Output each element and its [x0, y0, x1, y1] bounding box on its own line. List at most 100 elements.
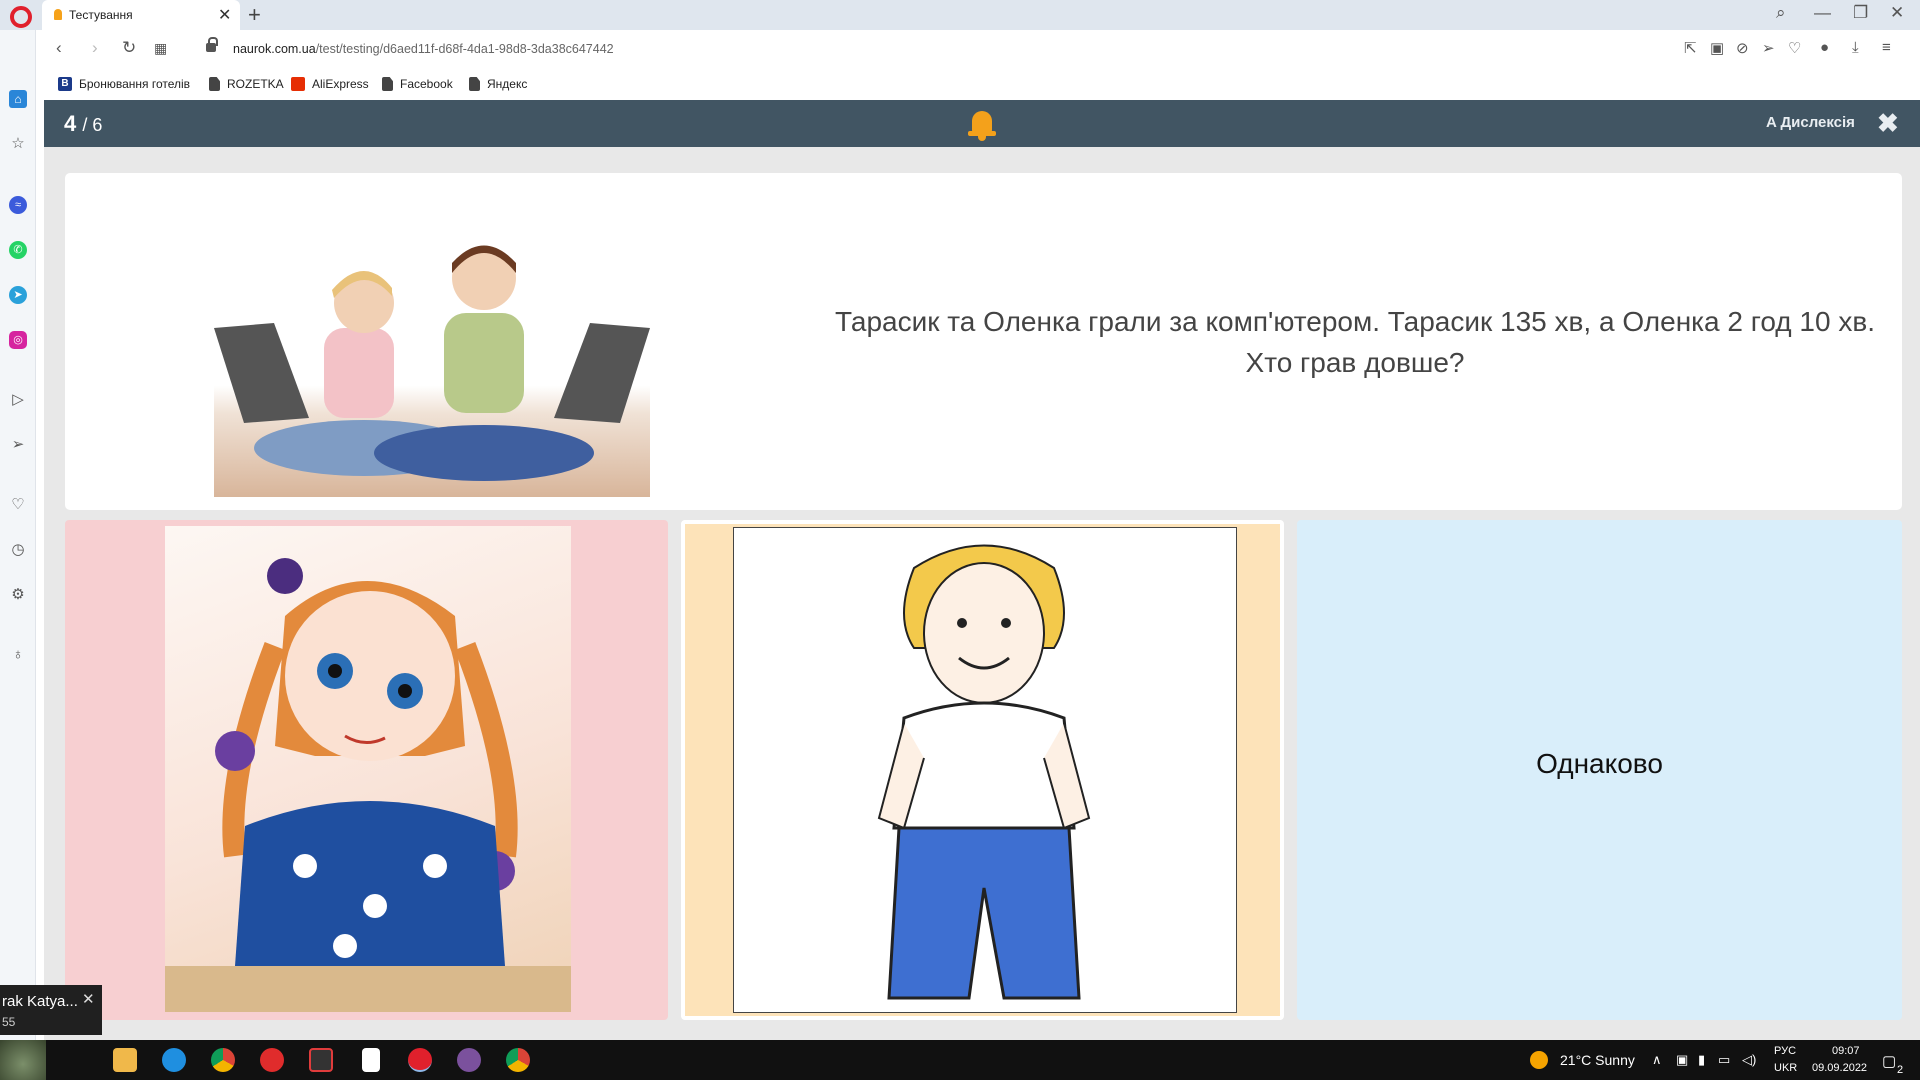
- notification-center-icon[interactable]: ▢: [1882, 1052, 1896, 1070]
- whatsapp-icon[interactable]: ✆: [9, 241, 27, 259]
- messenger-icon[interactable]: ≈: [9, 196, 27, 214]
- clock-date[interactable]: 09.09.2022: [1812, 1062, 1867, 1074]
- back-icon[interactable]: ‹: [56, 38, 62, 58]
- notification-count: 2: [1897, 1064, 1904, 1076]
- meet-icon[interactable]: ▣: [1676, 1052, 1688, 1068]
- edge-icon[interactable]: [162, 1048, 186, 1072]
- bookmarks-bar: B Бронювання готелів ROZETKA AliExpress …: [44, 68, 1920, 100]
- bookmark-label: Facebook: [400, 77, 453, 91]
- chrome-icon[interactable]: [211, 1048, 235, 1072]
- new-tab-icon[interactable]: +: [248, 2, 261, 28]
- dyslexia-toggle[interactable]: A Дислексія: [1766, 114, 1855, 131]
- opera-menu-icon[interactable]: [10, 6, 32, 28]
- history-icon[interactable]: ◷: [9, 541, 27, 559]
- minimize-icon[interactable]: —: [1814, 3, 1831, 23]
- camera-app-icon[interactable]: [309, 1048, 333, 1072]
- answer-option-boy[interactable]: [681, 520, 1284, 1020]
- bookmark-label: ROZETKA: [227, 77, 284, 91]
- bookmark-label: AliExpress: [312, 77, 369, 91]
- opera-taskbar-icon[interactable]: [408, 1048, 432, 1072]
- url-domain: naurok.com.ua: [233, 42, 316, 56]
- tray-chevron-icon[interactable]: ∧: [1652, 1052, 1662, 1068]
- children-laptops-image: [214, 218, 650, 497]
- adblock-icon[interactable]: ⊘: [1736, 39, 1749, 57]
- question-text: Тарасик та Оленка грали за комп'ютером. …: [835, 306, 1875, 378]
- question-counter: 4 / 6: [64, 111, 102, 137]
- volume-icon[interactable]: ◁): [1742, 1052, 1756, 1068]
- bell-icon: [968, 107, 996, 141]
- answer-option-equal[interactable]: Однаково: [1297, 520, 1902, 1020]
- answer-option-girl[interactable]: [65, 520, 668, 1020]
- bookmark-label: Яндекс: [487, 77, 528, 91]
- user-avatar[interactable]: [0, 1040, 46, 1080]
- restore-icon[interactable]: ❐: [1853, 3, 1868, 23]
- girl-illustration-icon: [165, 526, 571, 1012]
- bookmark-aliexpress[interactable]: AliExpress: [291, 75, 369, 93]
- booking-icon: B: [58, 77, 72, 91]
- favorites-heart-icon[interactable]: ♡: [9, 496, 27, 514]
- weather-text[interactable]: 21°C Sunny: [1560, 1052, 1635, 1068]
- document-icon[interactable]: [362, 1048, 380, 1072]
- current-question: 4: [64, 111, 77, 136]
- profile-icon[interactable]: ●: [1820, 39, 1829, 56]
- close-test-icon[interactable]: ✖: [1877, 108, 1899, 139]
- clock-time[interactable]: 09:07: [1832, 1045, 1860, 1057]
- tabs-grid-icon[interactable]: ▦: [154, 40, 167, 57]
- home-icon[interactable]: ⌂: [9, 90, 27, 108]
- folder-icon: [209, 77, 220, 91]
- folder-icon: [469, 77, 480, 91]
- settings-icon[interactable]: ⚙: [9, 586, 27, 604]
- test-header: 4 / 6 A Дислексія ✖: [44, 100, 1920, 147]
- browser-tab[interactable]: Тестування ✕: [42, 0, 240, 30]
- boy-illustration-icon: [733, 527, 1237, 1013]
- player-icon[interactable]: ▷: [9, 391, 27, 409]
- bookmark-booking[interactable]: B Бронювання готелів: [58, 75, 190, 93]
- forward-icon[interactable]: ›: [92, 38, 98, 58]
- tab-title: Тестування: [69, 8, 133, 22]
- window-close-icon[interactable]: ✕: [1890, 3, 1904, 23]
- screen: Тестування ✕ + ⌕ — ❐ ✕ ‹ › ↻ ▦ naurok.co…: [0, 0, 1920, 1080]
- heart-icon[interactable]: ♡: [1788, 39, 1801, 57]
- network-icon[interactable]: ▭: [1718, 1052, 1730, 1068]
- bookmark-rozetka[interactable]: ROZETKA: [209, 75, 284, 93]
- menu-icon[interactable]: ≡: [1882, 39, 1891, 56]
- share-icon[interactable]: ⇱: [1684, 39, 1697, 57]
- taskbar: 21°C Sunny ∧ ▣ ▮ ▭ ◁) РУС UKR 09:07 09.0…: [0, 1040, 1920, 1080]
- browser-tab-bar: Тестування ✕ + ⌕ — ❐ ✕: [0, 0, 1920, 30]
- tab-close-icon[interactable]: ✕: [218, 5, 231, 25]
- language-bottom[interactable]: UKR: [1774, 1062, 1797, 1074]
- bookmark-yandex[interactable]: Яндекс: [469, 75, 527, 93]
- star-icon[interactable]: ☆: [9, 135, 27, 153]
- total-questions: / 6: [82, 115, 103, 135]
- instagram-icon[interactable]: ◎: [9, 331, 27, 349]
- test-content: Тарасик та Оленка грали за комп'ютером. …: [44, 147, 1920, 1050]
- lock-icon[interactable]: [206, 37, 218, 52]
- yandex-browser-icon[interactable]: [260, 1048, 284, 1072]
- url-path: /test/testing/d6aed11f-d68f-4da1-98d8-3d…: [315, 42, 614, 56]
- bookmark-facebook[interactable]: Facebook: [382, 75, 453, 93]
- tab-search-icon[interactable]: ⌕: [1776, 3, 1786, 23]
- notification-subtitle: 55: [2, 1015, 16, 1029]
- notification-close-icon[interactable]: ✕: [82, 990, 95, 1008]
- download-icon[interactable]: ⤓: [1852, 39, 1859, 56]
- browser-sidebar: ⌂ ☆ ≈ ✆ ➤ ◎ ▷ ➢ ♡ ◷ ⚙ ♁: [0, 30, 36, 1050]
- telegram-icon[interactable]: ➤: [9, 286, 27, 304]
- reload-icon[interactable]: ↻: [122, 38, 136, 58]
- question-card: Тарасик та Оленка грали за комп'ютером. …: [65, 173, 1902, 510]
- camera-icon[interactable]: ▣: [1710, 39, 1724, 57]
- folder-icon: [382, 77, 393, 91]
- send-icon[interactable]: ➢: [1762, 39, 1775, 57]
- file-explorer-icon[interactable]: [113, 1048, 137, 1072]
- chrome-profile-icon[interactable]: [506, 1048, 530, 1072]
- flow-icon[interactable]: ➢: [9, 436, 27, 454]
- tips-bulb-icon[interactable]: ♁: [9, 646, 27, 664]
- notification-title: rak Katya...: [2, 993, 78, 1010]
- notification-popup[interactable]: rak Katya... 55 ✕: [0, 985, 102, 1035]
- address-bar: ‹ › ↻ ▦ naurok.com.ua/test/testing/d6aed…: [44, 30, 1920, 68]
- language-top[interactable]: РУС: [1774, 1045, 1796, 1057]
- bell-favicon-icon: [54, 9, 62, 20]
- url-field[interactable]: naurok.com.ua/test/testing/d6aed11f-d68f…: [233, 42, 614, 56]
- microphone-icon[interactable]: ▮: [1698, 1052, 1705, 1068]
- viber-icon[interactable]: [457, 1048, 481, 1072]
- sun-icon: [1530, 1051, 1548, 1069]
